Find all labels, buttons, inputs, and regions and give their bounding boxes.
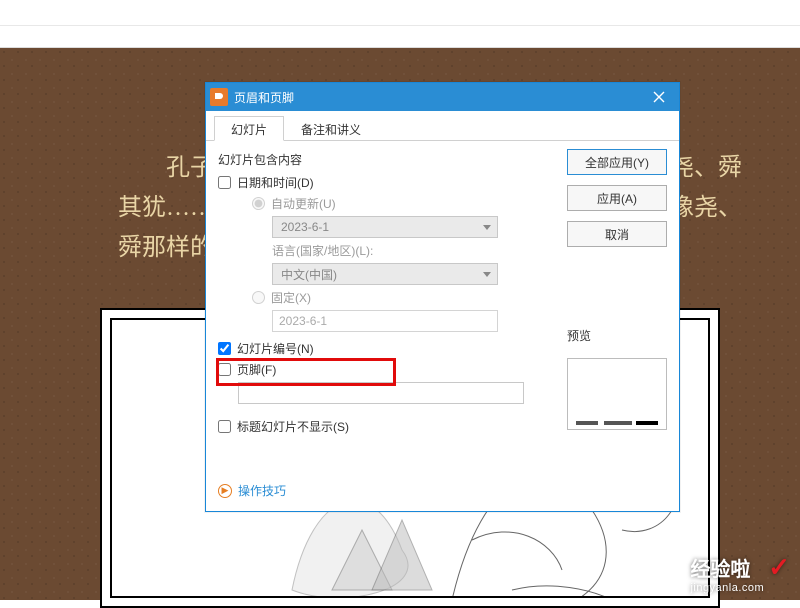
apply-all-button[interactable]: 全部应用(Y) — [567, 149, 667, 175]
header-footer-dialog: 页眉和页脚 幻灯片 备注和讲义 幻灯片包含内容 日期和时间(D) 自动更新(U)… — [205, 82, 680, 512]
dialog-left-panel: 幻灯片包含内容 日期和时间(D) 自动更新(U) 2023-6-1 语言(国家/… — [218, 149, 557, 464]
fixed-date-input[interactable]: 2023-6-1 — [272, 310, 498, 332]
fixed-date-value: 2023-6-1 — [279, 314, 327, 328]
watermark: 经验啦 jingyanla.com ✓ — [690, 552, 790, 594]
tab-notes[interactable]: 备注和讲义 — [284, 116, 378, 141]
tips-link[interactable]: ▶ 操作技巧 — [206, 472, 679, 511]
app-logo-icon — [210, 88, 228, 106]
tips-label: 操作技巧 — [238, 482, 286, 499]
dialog-title: 页眉和页脚 — [234, 89, 645, 106]
hide-title-checkbox[interactable] — [218, 420, 231, 433]
apply-button[interactable]: 应用(A) — [567, 185, 667, 211]
lang-value: 中文(中国) — [281, 266, 337, 283]
chevron-down-icon — [483, 272, 491, 277]
close-button[interactable] — [645, 87, 673, 107]
chevron-down-icon — [483, 225, 491, 230]
hide-title-label: 标题幻灯片不显示(S) — [237, 418, 349, 435]
app-toolbar — [0, 26, 800, 48]
lang-label: 语言(国家/地区)(L): — [272, 242, 373, 259]
preview-label: 预览 — [567, 327, 667, 344]
footer-checkbox[interactable] — [218, 363, 231, 376]
datetime-checkbox[interactable] — [218, 176, 231, 189]
cancel-button[interactable]: 取消 — [567, 221, 667, 247]
auto-update-radio[interactable] — [252, 197, 265, 210]
close-icon — [653, 91, 665, 103]
dialog-tabs: 幻灯片 备注和讲义 — [206, 111, 679, 141]
lang-select[interactable]: 中文(中国) — [272, 263, 498, 285]
dialog-titlebar[interactable]: 页眉和页脚 — [206, 83, 679, 111]
footer-label: 页脚(F) — [237, 361, 276, 378]
app-tab-strip — [0, 0, 800, 26]
watermark-check-icon: ✓ — [768, 552, 790, 583]
auto-date-value: 2023-6-1 — [281, 220, 329, 234]
footer-input[interactable] — [238, 382, 524, 404]
slide-number-checkbox[interactable] — [218, 342, 231, 355]
fixed-label: 固定(X) — [271, 289, 311, 306]
slide-number-label: 幻灯片编号(N) — [237, 340, 314, 357]
dialog-right-panel: 全部应用(Y) 应用(A) 取消 预览 — [567, 149, 667, 464]
tab-slide[interactable]: 幻灯片 — [214, 116, 284, 141]
fixed-radio[interactable] — [252, 291, 265, 304]
section-title: 幻灯片包含内容 — [218, 151, 557, 168]
tips-icon: ▶ — [218, 484, 232, 498]
auto-update-label: 自动更新(U) — [271, 195, 336, 212]
watermark-brand: 经验啦 — [690, 559, 750, 581]
preview-thumbnail — [567, 358, 667, 430]
watermark-domain: jingyanla.com — [690, 582, 764, 594]
auto-date-select[interactable]: 2023-6-1 — [272, 216, 498, 238]
datetime-label: 日期和时间(D) — [237, 174, 314, 191]
